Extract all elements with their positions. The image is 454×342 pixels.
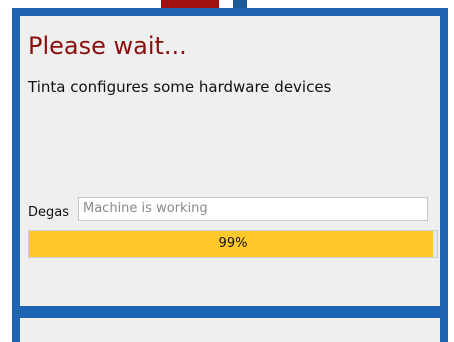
progress-bar: 99% <box>28 230 438 258</box>
status-field: Machine is working <box>78 197 428 221</box>
dialog-message: Tinta configures some hardware devices <box>28 78 332 96</box>
dialog-title: Please wait... <box>28 32 187 60</box>
top-edge-blue-mark <box>233 0 247 8</box>
progress-label: 99% <box>218 236 248 251</box>
status-field-label: Degas <box>28 205 69 220</box>
top-edge-red-mark <box>161 0 219 8</box>
dialog-content-panel: Please wait... Tinta configures some har… <box>20 16 440 306</box>
bottom-panel <box>20 318 440 342</box>
